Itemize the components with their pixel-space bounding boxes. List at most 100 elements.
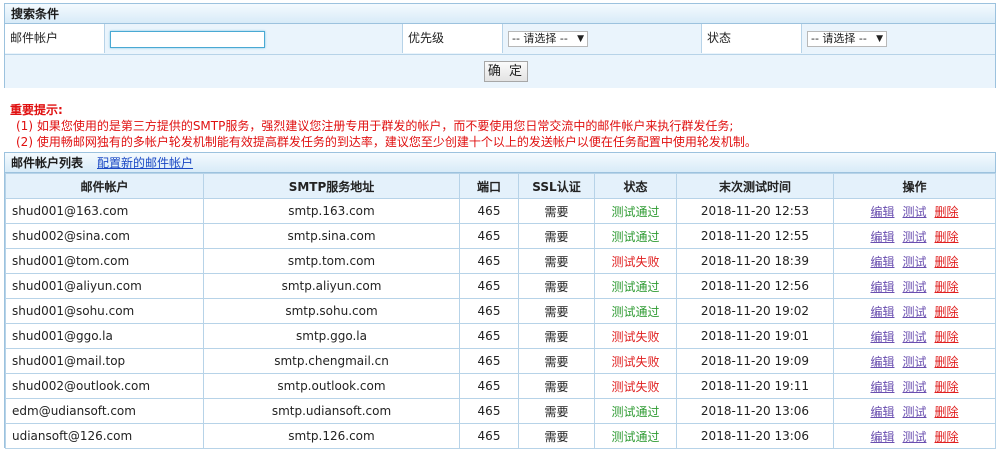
edit-link[interactable]: 编辑 <box>870 405 894 419</box>
table-row: shud001@aliyun.com smtp.aliyun.com 465 需要 测试… <box>5 273 996 299</box>
cell-actions: 编辑 测试 删除 <box>833 273 996 299</box>
cell-email: shud001@163.com <box>5 198 204 224</box>
search-row: 邮件帐户 优先级 -- 请选择 -- ▼ 状态 -- 请选择 -- ▼ <box>5 24 995 55</box>
edit-link[interactable]: 编辑 <box>870 230 894 244</box>
col-header-last-test: 末次测试时间 <box>676 173 834 199</box>
col-header-email: 邮件帐户 <box>5 173 204 199</box>
dropdown-arrow-icon: ▼ <box>876 34 883 44</box>
cell-email: shud002@sina.com <box>5 223 204 249</box>
cell-last-test: 2018-11-20 19:01 <box>676 323 834 349</box>
cell-port: 465 <box>459 423 519 449</box>
test-link[interactable]: 测试 <box>902 255 926 269</box>
table-row: shud001@163.com smtp.163.com 465 需要 测试通过 2018… <box>5 198 996 224</box>
search-panel-title: 搜索条件 <box>5 4 995 24</box>
table-row: shud002@outlook.com smtp.outlook.com 465 需要… <box>5 373 996 399</box>
cell-smtp: smtp.tom.com <box>203 248 460 274</box>
table-row: shud002@sina.com smtp.sina.com 465 需要 测试通过 20… <box>5 223 996 249</box>
delete-link[interactable]: 删除 <box>935 255 959 269</box>
cell-email: shud001@sohu.com <box>5 298 204 324</box>
cell-ssl: 需要 <box>518 323 595 349</box>
table-row: udiansoft@126.com smtp.126.com 465 需要 测试通过 20… <box>5 423 996 449</box>
cell-ssl: 需要 <box>518 198 595 224</box>
cell-smtp: smtp.ggo.la <box>203 323 460 349</box>
cell-last-test: 2018-11-20 13:06 <box>676 423 834 449</box>
delete-link[interactable]: 删除 <box>935 380 959 394</box>
test-link[interactable]: 测试 <box>902 430 926 444</box>
cell-ssl: 需要 <box>518 298 595 324</box>
test-link[interactable]: 测试 <box>902 230 926 244</box>
col-header-port: 端口 <box>459 173 519 199</box>
account-cell <box>105 24 403 53</box>
cell-smtp: smtp.163.com <box>203 198 460 224</box>
dropdown-arrow-icon: ▼ <box>577 34 584 44</box>
delete-link[interactable]: 删除 <box>935 305 959 319</box>
table-row: edm@udiansoft.com smtp.udiansoft.com 465 需要… <box>5 398 996 424</box>
delete-link[interactable]: 删除 <box>935 430 959 444</box>
cell-ssl: 需要 <box>518 373 595 399</box>
account-list-header: 邮件帐户列表 配置新的邮件帐户 <box>5 153 995 173</box>
edit-link[interactable]: 编辑 <box>870 255 894 269</box>
edit-link[interactable]: 编辑 <box>870 430 894 444</box>
delete-link[interactable]: 删除 <box>935 330 959 344</box>
cell-email: shud001@mail.top <box>5 348 204 374</box>
cell-ssl: 需要 <box>518 248 595 274</box>
col-header-actions: 操作 <box>833 173 996 199</box>
edit-link[interactable]: 编辑 <box>870 205 894 219</box>
notice: 重要提示: (1) 如果您使用的是第三方提供的SMTP服务，强烈建议您注册专用于… <box>10 102 757 150</box>
edit-link[interactable]: 编辑 <box>870 280 894 294</box>
cell-status: 测试失败 <box>594 373 677 399</box>
cell-last-test: 2018-11-20 18:39 <box>676 248 834 274</box>
cell-port: 465 <box>459 248 519 274</box>
table-row: shud001@ggo.la smtp.ggo.la 465 需要 测试失败 2018-1… <box>5 323 996 349</box>
test-link[interactable]: 测试 <box>902 280 926 294</box>
cell-status: 测试失败 <box>594 323 677 349</box>
status-select[interactable]: -- 请选择 -- ▼ <box>807 31 887 47</box>
test-link[interactable]: 测试 <box>902 355 926 369</box>
cell-smtp: smtp.udiansoft.com <box>203 398 460 424</box>
delete-link[interactable]: 删除 <box>935 280 959 294</box>
config-new-account-link[interactable]: 配置新的邮件帐户 <box>97 153 193 172</box>
test-link[interactable]: 测试 <box>902 205 926 219</box>
cell-actions: 编辑 测试 删除 <box>833 198 996 224</box>
table-row: shud001@tom.com smtp.tom.com 465 需要 测试失败 2018… <box>5 248 996 274</box>
test-link[interactable]: 测试 <box>902 380 926 394</box>
account-list-panel: 邮件帐户列表 配置新的邮件帐户 邮件帐户 SMTP服务地址 端口 SSL认证 状… <box>4 152 996 449</box>
test-link[interactable]: 测试 <box>902 405 926 419</box>
cell-status: 测试通过 <box>594 273 677 299</box>
test-link[interactable]: 测试 <box>902 330 926 344</box>
notice-line-2: (2) 使用畅邮网独有的多帐户轮发机制能有效提高群发任务的到达率，建议您至少创建… <box>16 135 757 149</box>
account-input[interactable] <box>110 31 265 48</box>
cell-ssl: 需要 <box>518 223 595 249</box>
cell-smtp: smtp.sohu.com <box>203 298 460 324</box>
cell-actions: 编辑 测试 删除 <box>833 348 996 374</box>
delete-link[interactable]: 删除 <box>935 205 959 219</box>
confirm-button[interactable]: 确 定 <box>484 61 528 82</box>
edit-link[interactable]: 编辑 <box>870 330 894 344</box>
cell-port: 465 <box>459 323 519 349</box>
cell-ssl: 需要 <box>518 348 595 374</box>
cell-smtp: smtp.chengmail.cn <box>203 348 460 374</box>
cell-last-test: 2018-11-20 19:02 <box>676 298 834 324</box>
cell-status: 测试通过 <box>594 223 677 249</box>
delete-link[interactable]: 删除 <box>935 405 959 419</box>
edit-link[interactable]: 编辑 <box>870 305 894 319</box>
cell-port: 465 <box>459 373 519 399</box>
cell-actions: 编辑 测试 删除 <box>833 248 996 274</box>
cell-status: 测试通过 <box>594 398 677 424</box>
cell-actions: 编辑 测试 删除 <box>833 373 996 399</box>
delete-link[interactable]: 删除 <box>935 355 959 369</box>
cell-smtp: smtp.outlook.com <box>203 373 460 399</box>
cell-actions: 编辑 测试 删除 <box>833 323 996 349</box>
edit-link[interactable]: 编辑 <box>870 380 894 394</box>
cell-status: 测试失败 <box>594 348 677 374</box>
cell-ssl: 需要 <box>518 423 595 449</box>
edit-link[interactable]: 编辑 <box>870 355 894 369</box>
cell-last-test: 2018-11-20 19:09 <box>676 348 834 374</box>
cell-port: 465 <box>459 198 519 224</box>
cell-smtp: smtp.aliyun.com <box>203 273 460 299</box>
test-link[interactable]: 测试 <box>902 305 926 319</box>
priority-select[interactable]: -- 请选择 -- ▼ <box>508 31 588 47</box>
cell-port: 465 <box>459 298 519 324</box>
confirm-row: 确 定 <box>5 55 995 88</box>
delete-link[interactable]: 删除 <box>935 230 959 244</box>
